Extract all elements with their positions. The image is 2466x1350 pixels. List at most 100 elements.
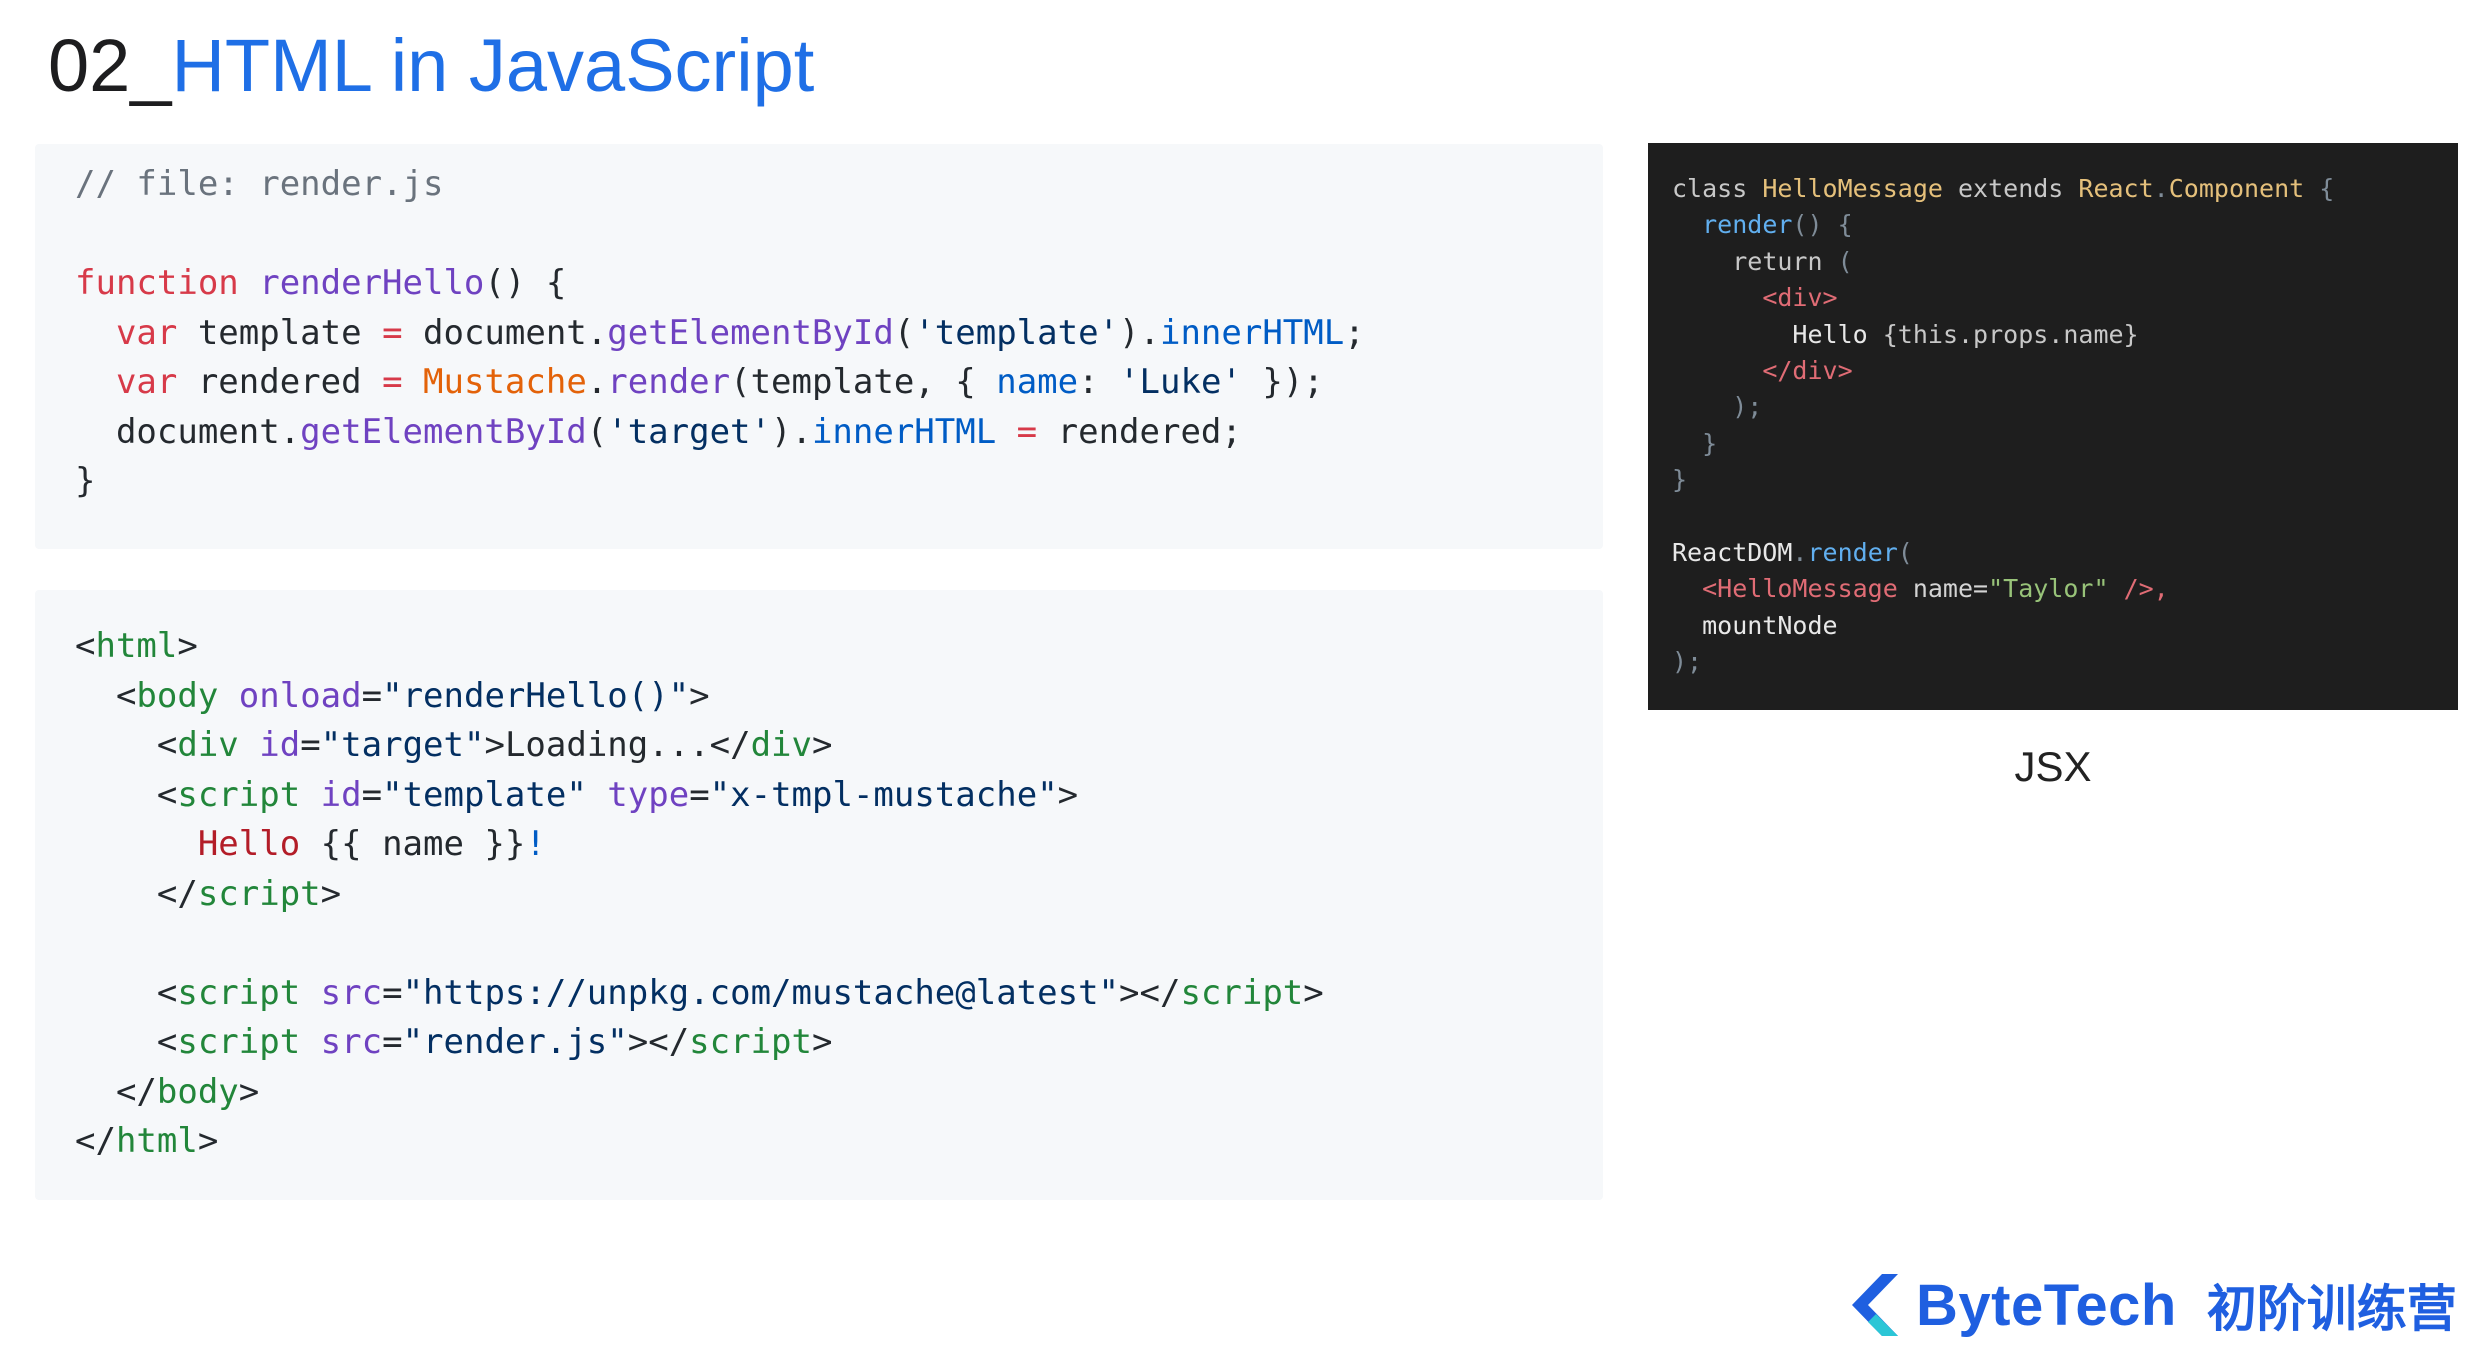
code-token: = xyxy=(361,675,383,716)
code-token: . xyxy=(2153,174,2169,203)
code-line: var template = document.getElementById('… xyxy=(75,309,1365,359)
logo-subtitle-text: 初阶训练营 xyxy=(2206,1280,2457,1338)
code-token: () { xyxy=(484,263,567,303)
code-token: = xyxy=(382,362,403,402)
code-line: <script src="render.js"></script> xyxy=(75,1018,1324,1068)
code-token: > xyxy=(1057,774,1079,815)
code-token: innerHTML xyxy=(1159,312,1345,353)
code-token: = xyxy=(382,1022,403,1062)
code-token: mountNode xyxy=(1672,610,1838,640)
code-token: = xyxy=(1016,411,1038,452)
jsx-code: class HelloMessage extends React.Compone… xyxy=(1672,171,2334,680)
code-token: { xyxy=(2304,174,2335,203)
code-line: <div> xyxy=(1672,280,2334,316)
code-token: 'target' xyxy=(607,411,771,452)
code-token: script xyxy=(177,972,301,1013)
code-token: ></ xyxy=(627,1022,690,1062)
code-line: </html> xyxy=(75,1117,1324,1167)
code-line: function renderHello() { xyxy=(75,259,1365,309)
code-token: render xyxy=(1702,210,1793,240)
code-token: src xyxy=(320,972,383,1013)
code-token: script xyxy=(1180,972,1304,1013)
code-token: // file: render.js xyxy=(75,164,444,204)
code-token: getElementById xyxy=(607,312,894,353)
code-token: Mustache xyxy=(423,362,587,402)
logo-brand-text: ByteTech xyxy=(1916,1272,2177,1338)
code-token: script xyxy=(177,774,301,815)
code-token: return xyxy=(1732,246,1823,276)
code-line: Hello {{ name }}! xyxy=(75,820,1324,870)
code-line: <script src="https://unpkg.com/mustache@… xyxy=(75,969,1324,1019)
code-token: < xyxy=(75,972,178,1013)
code-line: render() { xyxy=(1672,207,2334,243)
code-token: ). xyxy=(1119,312,1160,353)
code-token: template xyxy=(197,312,383,353)
code-token: . xyxy=(1792,537,1808,567)
code-token: script xyxy=(177,1022,301,1062)
code-token: class xyxy=(1672,174,1763,203)
code-token: name= xyxy=(1897,574,1989,604)
code-token: "render.js" xyxy=(402,1022,628,1062)
code-line: } xyxy=(75,457,1365,507)
code-token: onload xyxy=(238,675,362,716)
bytetech-logo: ByteTech 初阶训练营 xyxy=(1852,1270,2457,1340)
code-token: Hello xyxy=(197,824,301,864)
code-line: <div id="target">Loading...</div> xyxy=(75,721,1324,771)
code-token: name xyxy=(996,362,1079,402)
code-line: ); xyxy=(1672,644,2334,680)
code-line: document.getElementById('target').innerH… xyxy=(75,408,1365,458)
code-token: />, xyxy=(2108,574,2169,604)
code-token: . xyxy=(586,362,608,402)
code-token: > xyxy=(177,626,198,666)
slide-title: 02_HTML in JavaScript xyxy=(48,18,814,114)
bytetech-logo-icon xyxy=(1852,1274,1898,1336)
code-token: > xyxy=(812,725,833,765)
code-token: var xyxy=(75,312,198,353)
code-token: body xyxy=(136,675,219,716)
code-token: Component xyxy=(2168,174,2305,203)
code-token: script xyxy=(689,1022,812,1062)
code-token: type xyxy=(607,774,690,815)
code-line: ); xyxy=(1672,389,2334,425)
code-token: > xyxy=(1303,972,1324,1013)
code-token: > xyxy=(320,873,342,914)
code-line: // file: render.js xyxy=(75,160,1365,210)
code-token: getElementById xyxy=(300,411,587,452)
code-token: 'template' xyxy=(914,312,1120,353)
code-token: "template" xyxy=(382,774,587,815)
code-token: () { xyxy=(1792,210,1853,240)
code-token: ( xyxy=(586,411,608,452)
code-token: "renderHello()" xyxy=(382,675,690,716)
code-token: extends xyxy=(1942,174,2079,203)
code-token: < xyxy=(75,626,96,666)
code-line: </body> xyxy=(75,1068,1324,1118)
code-line: ReactDOM.render( xyxy=(1672,535,2334,571)
code-token: "https://unpkg.com/mustache@latest" xyxy=(402,972,1120,1013)
code-token: > xyxy=(812,1022,833,1062)
code-token: ); xyxy=(1672,392,1763,422)
code-token: div xyxy=(177,725,239,765)
code-token: ReactDOM xyxy=(1672,537,1793,567)
code-token: > xyxy=(197,1121,219,1161)
code-line: return ( xyxy=(1672,244,2334,280)
code-token: < xyxy=(75,774,178,815)
code-token: <div> xyxy=(1762,283,1838,313)
code-token: > xyxy=(689,675,710,716)
code-token: </ xyxy=(75,1121,116,1161)
code-token: id xyxy=(259,725,301,765)
code-token: < xyxy=(75,1022,178,1062)
code-token: </ xyxy=(75,1071,157,1112)
code-token: (template, { xyxy=(730,362,997,402)
jsx-code-block: class HelloMessage extends React.Compone… xyxy=(1648,143,2458,710)
code-line: Hello {this.props.name} xyxy=(1672,317,2334,353)
slide-heading: HTML in JavaScript xyxy=(171,24,815,107)
